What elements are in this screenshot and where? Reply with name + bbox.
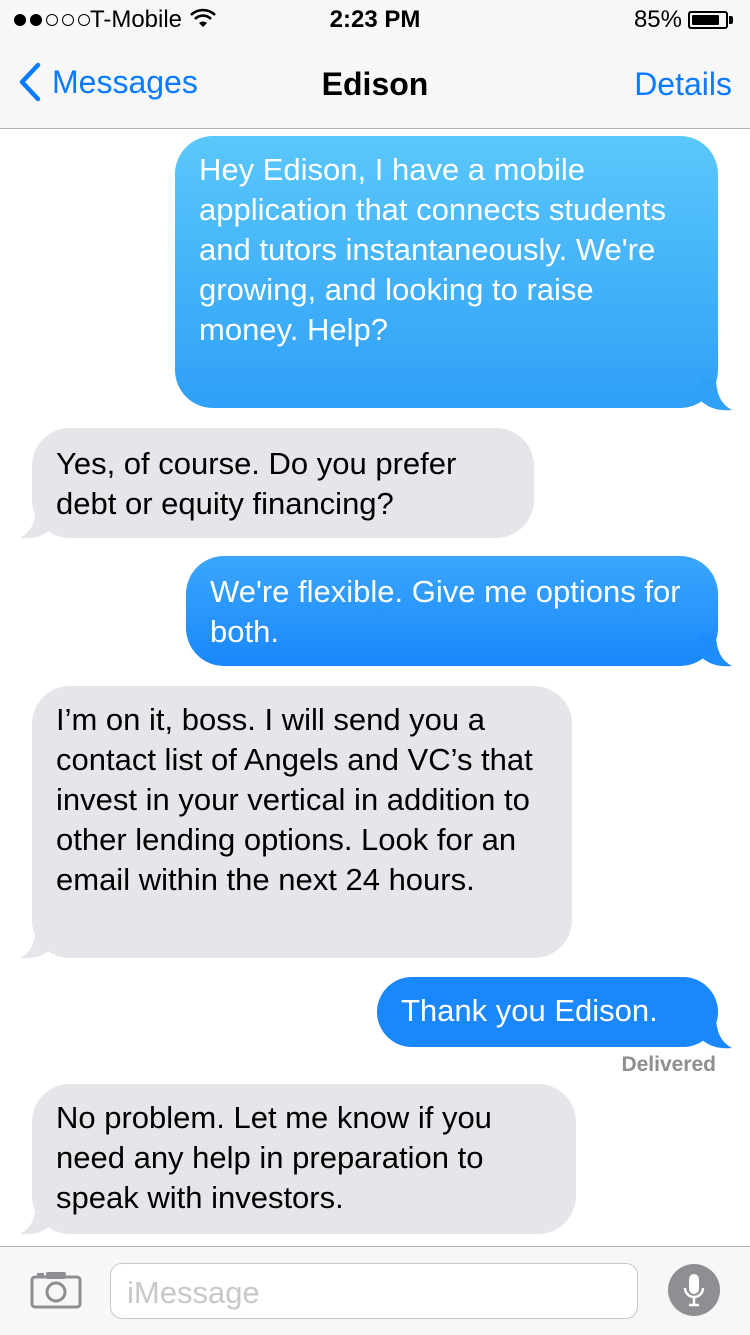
message-text: I’m on it, boss. I will send you a conta… bbox=[56, 702, 533, 897]
message-text: Yes, of course. Do you prefer debt or eq… bbox=[56, 446, 457, 521]
message-bubble-sent[interactable]: Hey Edison, I have a mobile application … bbox=[175, 136, 718, 408]
battery-icon bbox=[688, 11, 728, 29]
microphone-icon bbox=[683, 1274, 705, 1307]
bubble-tail bbox=[20, 926, 52, 959]
message-bubble-received[interactable]: I’m on it, boss. I will send you a conta… bbox=[32, 686, 572, 958]
battery-percentage: 85% bbox=[633, 6, 682, 33]
bubble-tail bbox=[700, 634, 732, 667]
message-text: No problem. Let me know if you need any … bbox=[56, 1100, 492, 1215]
status-bar: T-Mobile 2:23 PM 85% bbox=[0, 0, 750, 40]
top-bar: T-Mobile 2:23 PM 85% Messages Edison Det… bbox=[0, 0, 750, 129]
message-bubble-sent[interactable]: Thank you Edison. bbox=[377, 977, 718, 1047]
delivered-status: Delivered bbox=[621, 1053, 716, 1076]
message-bubble-received[interactable]: No problem. Let me know if you need any … bbox=[32, 1084, 576, 1234]
bubble-tail bbox=[20, 506, 52, 539]
microphone-button[interactable] bbox=[668, 1264, 720, 1316]
imessage-input[interactable]: iMessage bbox=[110, 1263, 638, 1319]
bubble-tail bbox=[700, 378, 732, 411]
navigation-bar: Messages Edison Details bbox=[0, 40, 750, 128]
message-input-bar: iMessage bbox=[0, 1246, 750, 1335]
camera-icon bbox=[30, 1272, 82, 1309]
bubble-tail bbox=[20, 1202, 52, 1235]
bubble-tail bbox=[700, 1016, 732, 1049]
details-button[interactable]: Details bbox=[634, 66, 732, 103]
message-bubble-sent[interactable]: We're flexible. Give me options for both… bbox=[186, 556, 718, 666]
camera-button[interactable] bbox=[30, 1269, 82, 1314]
message-bubble-received[interactable]: Yes, of course. Do you prefer debt or eq… bbox=[32, 428, 534, 538]
message-text: Hey Edison, I have a mobile application … bbox=[199, 152, 667, 347]
input-placeholder: iMessage bbox=[127, 1275, 260, 1310]
message-text: We're flexible. Give me options for both… bbox=[210, 574, 681, 649]
message-text: Thank you Edison. bbox=[401, 993, 658, 1028]
battery-tip bbox=[729, 16, 733, 24]
